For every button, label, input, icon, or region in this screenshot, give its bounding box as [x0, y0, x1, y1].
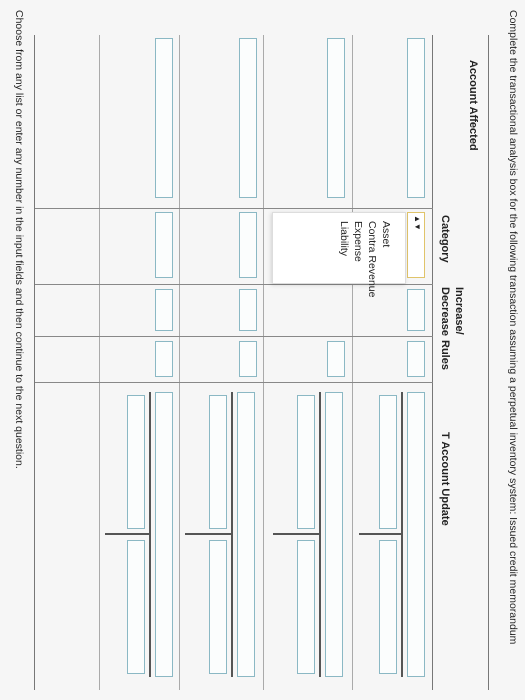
taccount-4-stem [105, 533, 151, 535]
taccount-3-title-input[interactable] [237, 392, 255, 677]
header-divider [432, 35, 433, 690]
taccount-1-stem [359, 533, 403, 535]
category-option-asset[interactable]: Asset [379, 221, 393, 247]
row-divider-1 [352, 35, 353, 690]
taccount-4-debit-input[interactable] [127, 395, 145, 529]
taccount-3-debit-input[interactable] [209, 395, 227, 529]
category-select-3[interactable] [239, 212, 257, 278]
rules-select-1[interactable] [407, 341, 425, 377]
category-select-1[interactable]: ▲▼ [407, 212, 425, 278]
header-rules: Rules [439, 340, 451, 370]
dropdown-arrows-icon: ▲▼ [413, 215, 422, 231]
header-account-affected: Account Affected [467, 60, 479, 151]
incdec-select-3[interactable] [239, 289, 257, 331]
taccount-1-title-input[interactable] [407, 392, 425, 677]
taccount-3-stem [185, 533, 233, 535]
category-option-liability[interactable]: Liability [337, 221, 351, 256]
account-affected-input-4[interactable] [155, 38, 173, 198]
rules-select-4[interactable] [155, 341, 173, 377]
category-option-expense[interactable]: Expense [351, 221, 365, 262]
rules-select-2[interactable] [327, 341, 345, 377]
taccount-2-title-input[interactable] [325, 392, 343, 677]
header-t-account-update: T Account Update [439, 432, 451, 526]
table-top-border [488, 35, 489, 690]
instructions-text: Complete the transactional analysis box … [507, 10, 519, 645]
taccount-4-credit-input[interactable] [127, 540, 145, 674]
col-divider-taccount [35, 382, 433, 383]
header-increase-decrease-line2: Decrease [439, 287, 451, 336]
account-affected-input-2[interactable] [327, 38, 345, 198]
row-divider-4 [99, 35, 100, 690]
taccount-4-title-input[interactable] [155, 392, 173, 677]
footer-instructions: Choose from any list or enter any number… [13, 10, 25, 469]
rules-select-3[interactable] [239, 341, 257, 377]
category-dropdown-menu: Asset Contra Revenue Expense Liability [272, 212, 406, 297]
taccount-2-stem [273, 533, 321, 535]
incdec-select-1[interactable] [407, 289, 425, 331]
taccount-2-debit-input[interactable] [297, 395, 315, 529]
taccount-1-debit-input[interactable] [379, 395, 397, 529]
row-divider-3 [179, 35, 180, 690]
col-divider-category [35, 208, 433, 209]
taccount-1-credit-input[interactable] [379, 540, 397, 674]
header-category: Category [439, 215, 451, 263]
taccount-3-credit-input[interactable] [209, 540, 227, 674]
transaction-analysis-screen: Complete the transactional analysis box … [0, 0, 525, 700]
account-affected-input-1[interactable] [407, 38, 425, 198]
table-bottom-border [34, 35, 35, 690]
category-option-contra-revenue[interactable]: Contra Revenue [365, 221, 379, 297]
header-increase-decrease-line1: Increase/ [453, 287, 465, 335]
col-divider-rules [35, 336, 433, 337]
category-select-4[interactable] [155, 212, 173, 278]
incdec-select-4[interactable] [155, 289, 173, 331]
taccount-2-credit-input[interactable] [297, 540, 315, 674]
row-divider-2 [263, 35, 264, 690]
account-affected-input-3[interactable] [239, 38, 257, 198]
